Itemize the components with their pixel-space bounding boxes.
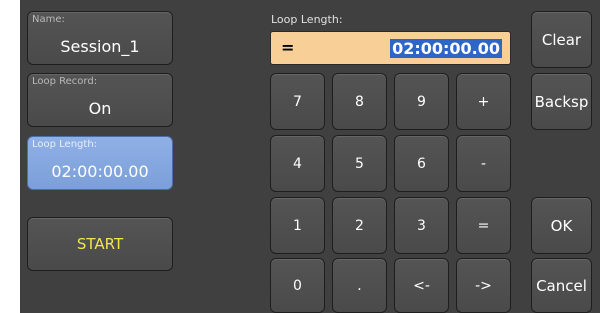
key-decimal[interactable]: . — [332, 258, 387, 313]
key-1[interactable]: 1 — [270, 197, 325, 254]
ok-button[interactable]: OK — [531, 197, 592, 254]
name-field[interactable]: Name: Session_1 — [27, 11, 173, 65]
cancel-button[interactable]: Cancel — [531, 258, 592, 313]
name-field-caption: Name: — [32, 14, 65, 25]
name-field-value: Session_1 — [60, 37, 140, 56]
key-6[interactable]: 6 — [394, 135, 449, 192]
key-7[interactable]: 7 — [270, 73, 325, 130]
entry-value: 02:00:00.00 — [390, 39, 502, 58]
key-minus[interactable]: - — [456, 135, 511, 192]
key-plus[interactable]: + — [456, 73, 511, 130]
key-2[interactable]: 2 — [332, 197, 387, 254]
key-0[interactable]: 0 — [270, 258, 325, 313]
loop-record-value: On — [88, 99, 112, 118]
loop-record-field[interactable]: Loop Record: On — [27, 73, 173, 127]
key-cursor-right[interactable]: -> — [456, 258, 511, 313]
value-entry-display[interactable]: = 02:00:00.00 — [270, 31, 511, 65]
backspace-button[interactable]: Backsp — [531, 73, 592, 130]
key-8[interactable]: 8 — [332, 73, 387, 130]
key-equals[interactable]: = — [456, 197, 511, 254]
entry-operator: = — [281, 38, 295, 57]
entry-label: Loop Length: — [271, 13, 343, 26]
loop-record-caption: Loop Record: — [32, 76, 98, 87]
key-4[interactable]: 4 — [270, 135, 325, 192]
start-button[interactable]: START — [27, 217, 173, 271]
clear-button[interactable]: Clear — [531, 11, 592, 68]
key-3[interactable]: 3 — [394, 197, 449, 254]
key-cursor-left[interactable]: <- — [394, 258, 449, 313]
loop-length-value: 02:00:00.00 — [51, 162, 149, 181]
key-9[interactable]: 9 — [394, 73, 449, 130]
loop-length-caption: Loop Length: — [32, 139, 98, 150]
loop-length-field[interactable]: Loop Length: 02:00:00.00 — [27, 136, 173, 190]
key-5[interactable]: 5 — [332, 135, 387, 192]
